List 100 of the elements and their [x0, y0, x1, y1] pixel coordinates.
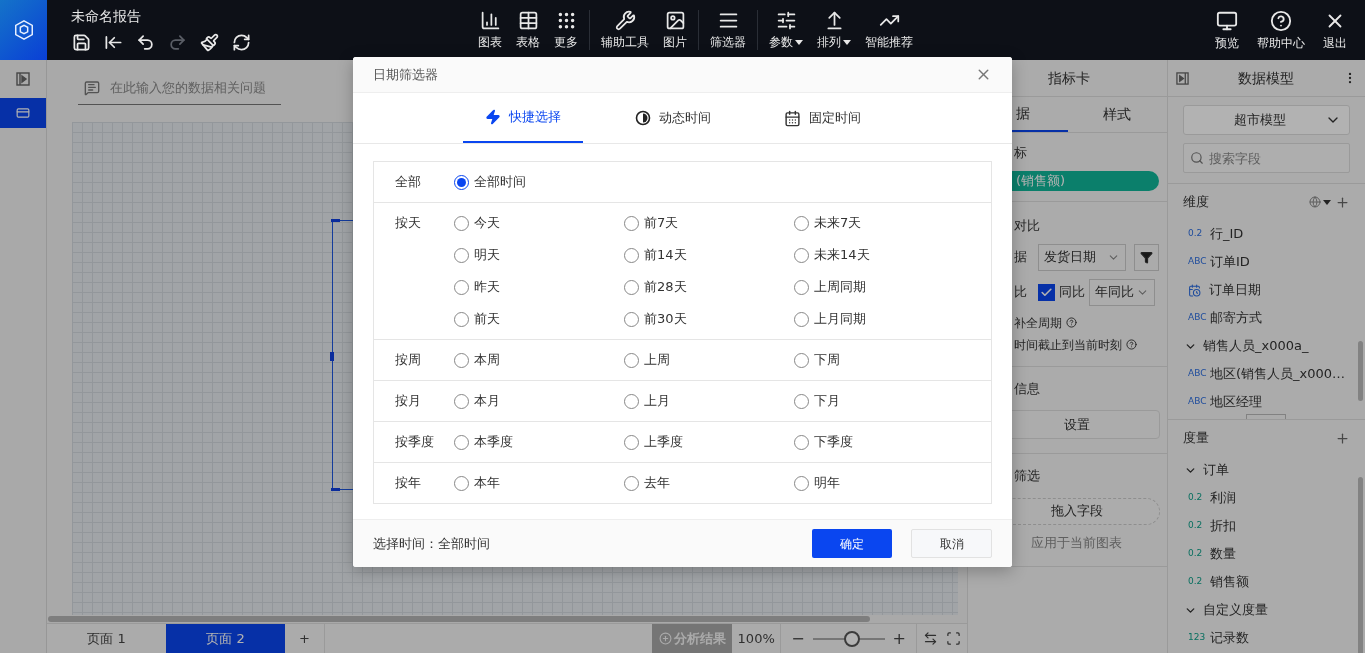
field-item[interactable]: 0.2 行_ID	[1168, 220, 1365, 248]
question-field[interactable]: 在此输入您的数据相关问题	[78, 70, 281, 105]
type-tag: 0.2	[1188, 491, 1208, 505]
undo-button[interactable]	[135, 32, 155, 52]
toolbar-button[interactable]: 更多	[547, 10, 585, 50]
filter-button[interactable]	[1134, 243, 1159, 271]
cancel-button[interactable]: 取消	[911, 529, 992, 558]
scan-icon	[946, 631, 961, 646]
type-tag: 123	[1188, 631, 1208, 645]
toolbar-button[interactable]: 筛选器	[703, 10, 753, 50]
radio-option[interactable]: 前28天	[624, 277, 794, 297]
globe-icon[interactable]	[1309, 196, 1321, 208]
page-tab[interactable]: 页面 1	[47, 624, 166, 653]
section-title: 筛选	[1014, 467, 1041, 485]
header-action[interactable]: 帮助中心	[1249, 9, 1313, 51]
radio-option[interactable]: 本周	[454, 350, 624, 370]
radio-option[interactable]: 前14天	[624, 245, 794, 265]
toolbar-button[interactable]: 参数	[762, 10, 810, 50]
add-icon[interactable]	[1335, 430, 1350, 446]
radio-option[interactable]: 前天	[454, 309, 624, 329]
field-item[interactable]: ABC 邮寄方式	[1168, 304, 1365, 332]
dialog-tab[interactable]: 快捷选择	[462, 93, 583, 143]
vertical-scrollbar[interactable]	[1358, 341, 1363, 401]
field-item[interactable]: ABC 订单ID	[1168, 248, 1365, 276]
save-button[interactable]	[71, 32, 91, 52]
panel-title: 数据模型	[1237, 68, 1295, 88]
dialog-tab[interactable]: 动态时间	[612, 93, 733, 143]
yoy-mode-select[interactable]: 年同比	[1089, 278, 1155, 306]
group-label: 按周	[394, 351, 422, 369]
help-icon[interactable]	[1066, 317, 1077, 328]
toolbar-button[interactable]: 图片	[656, 10, 694, 50]
yoy-checkbox[interactable]	[1038, 283, 1055, 301]
radio-option[interactable]: 上周同期	[794, 277, 964, 297]
toolbar-button[interactable]: 排列	[810, 10, 858, 50]
zoom-in-button[interactable]: +	[892, 630, 906, 647]
radio-option[interactable]: 未来14天	[794, 245, 964, 265]
radio-option[interactable]: 昨天	[454, 277, 624, 297]
dialog-tab[interactable]: 固定时间	[762, 93, 883, 143]
radio-option[interactable]: 下周	[794, 350, 964, 370]
type-tag: ABC	[1188, 367, 1208, 381]
toolbar-button[interactable]: 智能推荐	[858, 10, 920, 50]
help-icon[interactable]	[1126, 339, 1137, 350]
radio-option[interactable]: 下月	[794, 391, 964, 411]
header-action[interactable]: 退出	[1315, 9, 1355, 51]
radio-option[interactable]: 去年	[624, 473, 794, 493]
slider-thumb[interactable]	[844, 630, 861, 647]
logo-tile[interactable]	[0, 0, 47, 60]
refresh-icon	[231, 32, 251, 52]
resize-handle[interactable]	[331, 488, 340, 491]
brush-button[interactable]	[199, 32, 219, 52]
add-icon[interactable]	[1335, 194, 1350, 210]
calendar-clock-icon	[1188, 283, 1201, 297]
dialog-title: 日期筛选器	[373, 65, 439, 84]
zoom-slider[interactable]	[812, 630, 885, 647]
page-tab[interactable]: 页面 2	[166, 624, 285, 653]
search-field[interactable]: 搜索字段	[1183, 143, 1350, 173]
header-action[interactable]: 预览	[1207, 9, 1247, 51]
confirm-button[interactable]: 确定	[812, 529, 892, 558]
radio-option[interactable]: 下季度	[794, 432, 964, 452]
radio-option[interactable]: 今天	[454, 213, 624, 233]
radio-option[interactable]: 明年	[794, 473, 964, 493]
radio-option[interactable]: 上月	[624, 391, 794, 411]
radio-option[interactable]: 上月同期	[794, 309, 964, 329]
radio-option[interactable]: 明天	[454, 245, 624, 265]
resize-grip[interactable]	[1246, 414, 1286, 419]
add-page-button[interactable]: +	[285, 624, 325, 653]
resize-handle[interactable]	[331, 219, 340, 222]
panel-toggle-icon	[16, 72, 30, 86]
panel-toggle-icon[interactable]	[1176, 71, 1189, 85]
vertical-scrollbar[interactable]	[1358, 477, 1363, 653]
zoom-out-button[interactable]: −	[791, 630, 805, 647]
model-select[interactable]: 超市模型	[1183, 105, 1350, 135]
fit-width-button[interactable]	[923, 631, 938, 646]
horizontal-scrollbar[interactable]	[48, 616, 870, 622]
toolbar-button[interactable]: 辅助工具	[594, 10, 656, 50]
toolbar-button[interactable]: 图表	[471, 10, 509, 50]
radio-option[interactable]: 本季度	[454, 432, 624, 452]
toolbar-button[interactable]: 表格	[509, 10, 547, 50]
fit-screen-button[interactable]	[946, 631, 961, 646]
radio-option[interactable]: 上周	[624, 350, 794, 370]
wrench-icon	[614, 10, 636, 31]
radio-option[interactable]: 本年	[454, 473, 624, 493]
section-title: 度量	[1183, 429, 1210, 448]
field-item[interactable]: 订单日期	[1168, 276, 1365, 304]
type-tag: ABC	[1188, 255, 1208, 269]
radio-option[interactable]: 上季度	[624, 432, 794, 452]
resize-handle[interactable]	[330, 352, 334, 361]
radio-option[interactable]: 本月	[454, 391, 624, 411]
arrows-icon	[923, 631, 938, 646]
date-field-select[interactable]: 发货日期	[1037, 243, 1127, 271]
radio-option[interactable]: 未来7天	[794, 213, 964, 233]
refresh-button[interactable]	[231, 32, 251, 52]
field-label: 比	[1014, 283, 1028, 302]
radio-option[interactable]: 前30天	[624, 309, 794, 329]
section-title: 信息	[1014, 379, 1041, 398]
page-nav-button[interactable]	[0, 98, 46, 128]
undo-icon	[135, 32, 155, 52]
panel-tab[interactable]: 样式	[1067, 97, 1167, 132]
radio-option[interactable]: 前7天	[624, 213, 794, 233]
radio-option[interactable]: 全部时间	[454, 172, 624, 192]
